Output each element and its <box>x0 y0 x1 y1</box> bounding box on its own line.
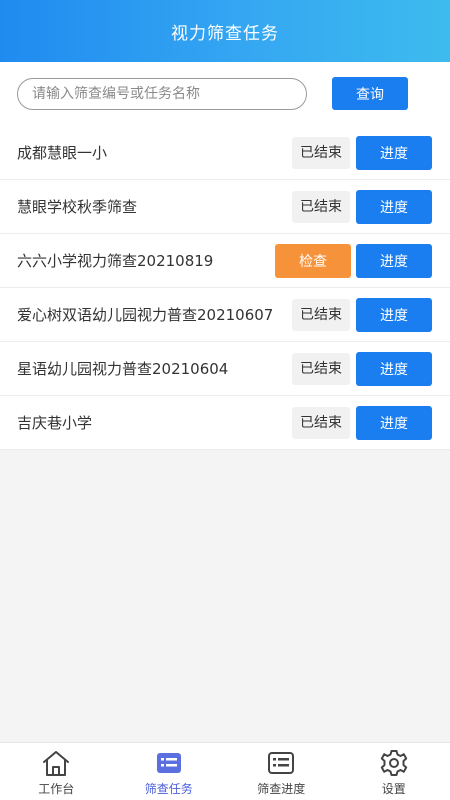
task-row: 吉庆巷小学 已结束 进度 <box>0 396 450 450</box>
progress-button[interactable]: 进度 <box>356 352 432 386</box>
tab-workbench[interactable]: 工作台 <box>0 743 113 800</box>
tab-label: 筛查进度 <box>257 782 306 796</box>
page-title: 视力筛查任务 <box>171 23 279 44</box>
task-row: 六六小学视力筛查20210819 检查 进度 <box>0 234 450 288</box>
tab-label: 工作台 <box>38 782 75 796</box>
bottom-tab-bar: 工作台 筛查任务 筛查进度 设置 <box>0 742 450 800</box>
task-name: 星语幼儿园视力普查20210604 <box>17 360 229 378</box>
status-badge: 已结束 <box>292 353 350 385</box>
tab-label: 筛查任务 <box>144 782 193 796</box>
task-name: 爱心树双语幼儿园视力普查20210607 <box>17 306 274 324</box>
search-input[interactable] <box>17 78 307 110</box>
status-badge: 已结束 <box>292 137 350 169</box>
search-bar: 查询 <box>0 62 450 126</box>
progress-button[interactable]: 进度 <box>356 190 432 224</box>
tab-screening-tasks[interactable]: 筛查任务 <box>113 743 226 800</box>
task-row: 星语幼儿园视力普查20210604 已结束 进度 <box>0 342 450 396</box>
home-icon <box>43 751 70 776</box>
tab-label: 设置 <box>381 782 406 796</box>
task-list-icon <box>156 753 181 773</box>
task-name: 吉庆巷小学 <box>17 414 93 432</box>
task-row: 成都慧眼一小 已结束 进度 <box>0 126 450 180</box>
status-badge: 已结束 <box>292 299 350 331</box>
task-list: 成都慧眼一小 已结束 进度 慧眼学校秋季筛查 已结束 进度 六六小学视力筛查20… <box>0 126 450 450</box>
task-row: 慧眼学校秋季筛查 已结束 进度 <box>0 180 450 234</box>
task-row: 爱心树双语幼儿园视力普查20210607 已结束 进度 <box>0 288 450 342</box>
progress-button[interactable]: 进度 <box>356 298 432 332</box>
progress-button[interactable]: 进度 <box>356 136 432 170</box>
task-name: 慧眼学校秋季筛查 <box>17 198 138 216</box>
status-badge: 已结束 <box>292 407 350 439</box>
app-header: 视力筛查任务 <box>0 0 450 62</box>
task-name: 六六小学视力筛查20210819 <box>17 252 214 270</box>
status-badge: 已结束 <box>292 191 350 223</box>
tab-screening-progress[interactable]: 筛查进度 <box>225 743 338 800</box>
progress-button[interactable]: 进度 <box>356 244 432 278</box>
check-button[interactable]: 检查 <box>275 244 351 278</box>
tab-settings[interactable]: 设置 <box>338 743 450 800</box>
query-button[interactable]: 查询 <box>332 77 408 110</box>
gear-icon <box>380 750 407 776</box>
progress-card-icon <box>268 752 295 774</box>
task-name: 成都慧眼一小 <box>17 144 108 162</box>
progress-button[interactable]: 进度 <box>356 406 432 440</box>
